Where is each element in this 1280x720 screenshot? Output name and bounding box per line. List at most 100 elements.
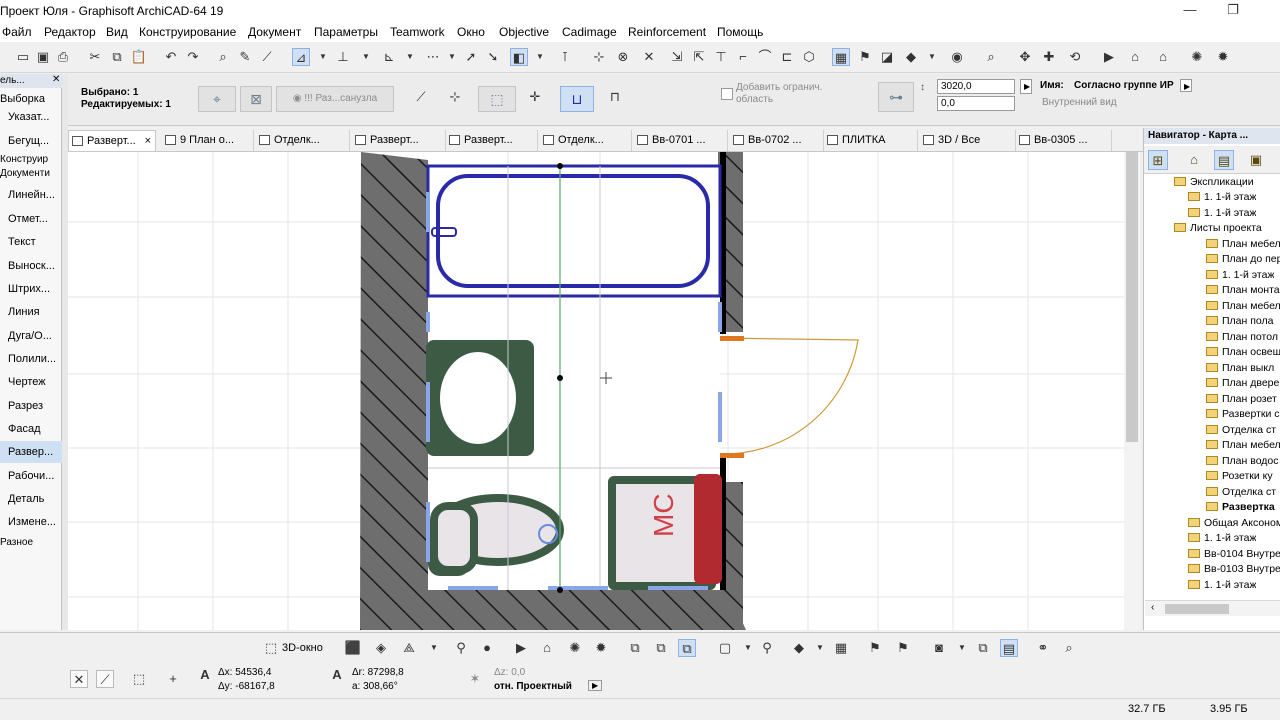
- toolbox-group-more[interactable]: Разное: [0, 537, 33, 549]
- menu-edit[interactable]: Редактор: [44, 25, 96, 39]
- render-icon[interactable]: ◆: [790, 639, 808, 657]
- toolbox-item-fill[interactable]: Штрих...: [0, 278, 62, 300]
- tab-vv0305[interactable]: Вв-0305 ...: [1016, 130, 1112, 151]
- curve-icon[interactable]: ⌒: [756, 48, 774, 66]
- link-icon[interactable]: ⚭: [1034, 639, 1052, 657]
- render-icon[interactable]: ◆: [902, 48, 920, 66]
- tab-close-icon[interactable]: ×: [145, 131, 151, 151]
- tree-item[interactable]: План выкл: [1206, 361, 1274, 376]
- find-select-icon[interactable]: ⌕: [214, 48, 232, 66]
- delta-x-value[interactable]: Δx: 54536,4: [218, 667, 271, 678]
- relative-construction-icon[interactable]: ⟋: [96, 670, 114, 688]
- toolbox-item-change[interactable]: Измене...: [0, 511, 62, 533]
- add-boundary-checkbox[interactable]: [721, 88, 733, 100]
- chevron-down-icon[interactable]: ▼: [536, 48, 544, 66]
- tree-item[interactable]: Вв-0104 Внутре: [1188, 547, 1280, 562]
- orbit-icon[interactable]: ⟲: [1066, 48, 1084, 66]
- delta-y-value[interactable]: Δy: -68167,8: [218, 681, 275, 692]
- menu-view[interactable]: Вид: [106, 25, 128, 39]
- menu-design[interactable]: Конструирование: [139, 25, 236, 39]
- split-icon[interactable]: ⊹: [590, 48, 608, 66]
- chevron-down-icon[interactable]: ▼: [319, 48, 327, 66]
- menu-reinforcement[interactable]: Reinforcement: [628, 25, 706, 39]
- tree-item[interactable]: Вв-0103 Внутре: [1188, 562, 1280, 577]
- marker-icon[interactable]: ⚑: [866, 639, 884, 657]
- syringe-icon[interactable]: ⟋: [258, 48, 276, 66]
- walk-icon[interactable]: ✥: [1016, 48, 1034, 66]
- snap-guide-icon[interactable]: ⊥: [334, 48, 352, 66]
- arc-tool-icon[interactable]: ⊹: [446, 88, 464, 106]
- reference-value[interactable]: отн. Проектный: [494, 681, 572, 692]
- elevation-mode-button[interactable]: ◉ !!! Раз...санузла: [276, 86, 394, 112]
- print-icon[interactable]: ⎙: [54, 48, 72, 66]
- tab-tile[interactable]: ПЛИТКА: [824, 130, 918, 151]
- tree-item[interactable]: Общая Аксоном: [1188, 516, 1280, 531]
- paste-view-icon[interactable]: ⧉: [652, 639, 670, 657]
- chevron-down-icon[interactable]: ▼: [958, 639, 966, 657]
- active-view-icon[interactable]: ⧉: [678, 639, 696, 657]
- chevron-down-icon[interactable]: ▼: [362, 48, 370, 66]
- height-settings-button[interactable]: ⊶: [878, 82, 914, 112]
- toolbox-item-drawing[interactable]: Чертеж: [0, 371, 62, 393]
- menu-cadimage[interactable]: Cadimage: [562, 25, 617, 39]
- toolbox-item-pointer[interactable]: Указат...: [0, 106, 62, 128]
- stamp-icon[interactable]: ⚑: [894, 639, 912, 657]
- drawing-canvas[interactable]: МС: [68, 152, 1130, 630]
- tree-item[interactable]: Розетки ку: [1206, 469, 1273, 484]
- origin-icon[interactable]: +: [164, 670, 182, 688]
- trim-icon[interactable]: ⊗: [614, 48, 632, 66]
- menu-file[interactable]: Файл: [2, 25, 32, 39]
- toolbox-item-polyline[interactable]: Полили...: [0, 348, 62, 370]
- brush-icon[interactable]: ⚑: [856, 48, 874, 66]
- eraser-icon[interactable]: ◪: [878, 48, 896, 66]
- chevron-down-icon[interactable]: ▼: [430, 639, 438, 657]
- tab-finish-1[interactable]: Отделк...: [256, 130, 350, 151]
- menu-window[interactable]: Окно: [457, 25, 485, 39]
- tab-elevation-3[interactable]: Разверт...: [446, 130, 538, 151]
- redo-icon[interactable]: ↷: [184, 48, 202, 66]
- toolbox-item-interior-elevation[interactable]: Развер...: [0, 441, 62, 463]
- snap-grid-icon[interactable]: ⬚: [130, 670, 148, 688]
- zone-icon[interactable]: ✛: [526, 88, 544, 106]
- chevron-down-icon[interactable]: ▼: [928, 48, 936, 66]
- grid-snap-icon[interactable]: ⋯: [424, 48, 442, 66]
- close-icon[interactable]: ✕: [70, 670, 88, 688]
- maximize-button[interactable]: ❐: [1218, 2, 1248, 20]
- move-icon[interactable]: ✚: [1040, 48, 1058, 66]
- tab-3d-all[interactable]: 3D / Все: [920, 130, 1016, 151]
- camera-icon[interactable]: ⬛: [344, 639, 362, 657]
- tree-item[interactable]: План розет: [1206, 392, 1277, 407]
- toolbox-item-elevation[interactable]: Фасад: [0, 418, 62, 440]
- axis-bottom-node[interactable]: [557, 587, 563, 593]
- vertical-scrollbar[interactable]: [1124, 152, 1140, 630]
- tree-item[interactable]: План пола: [1206, 314, 1274, 329]
- toolbox-item-text[interactable]: Текст: [0, 231, 62, 253]
- name-value[interactable]: Согласно группе ИР: [1074, 80, 1174, 91]
- settings-icon[interactable]: ✹: [1214, 48, 1232, 66]
- publisher-icon[interactable]: ▣: [1246, 150, 1266, 170]
- adjust-icon[interactable]: ⇱: [690, 48, 708, 66]
- axis-top-node[interactable]: [557, 163, 563, 169]
- resize-icon[interactable]: ⇲: [668, 48, 686, 66]
- toolbox-item-worksheet[interactable]: Рабочи...: [0, 465, 62, 487]
- fly-icon[interactable]: ▶: [1100, 48, 1118, 66]
- line-tool-icon[interactable]: ⟋: [412, 88, 430, 106]
- eyedropper-icon[interactable]: ✎: [236, 48, 254, 66]
- marquee-button[interactable]: ⬚: [478, 86, 516, 112]
- marker-type-button[interactable]: ⊔: [560, 86, 594, 112]
- explode-icon[interactable]: ⬡: [800, 48, 818, 66]
- chevron-down-icon[interactable]: ▼: [406, 48, 414, 66]
- tab-elevation-2[interactable]: Разверт...: [352, 130, 446, 151]
- cut-icon[interactable]: ✂: [86, 48, 104, 66]
- door-swing[interactable]: [719, 337, 859, 455]
- marker-style-icon[interactable]: ⊓: [606, 88, 624, 106]
- new-icon[interactable]: ▭: [14, 48, 32, 66]
- tab-finish-2[interactable]: Отделк...: [540, 130, 632, 151]
- cursor-icon[interactable]: ➘: [484, 48, 502, 66]
- copy-view-icon[interactable]: ⧉: [626, 639, 644, 657]
- horizontal-scroll-thumb[interactable]: [1165, 604, 1229, 614]
- toolbox-item-line[interactable]: Линия: [0, 301, 62, 323]
- chevron-down-icon[interactable]: ▼: [448, 48, 456, 66]
- tree-item[interactable]: Развертки с: [1206, 407, 1280, 422]
- chevron-down-icon[interactable]: ▼: [744, 639, 752, 657]
